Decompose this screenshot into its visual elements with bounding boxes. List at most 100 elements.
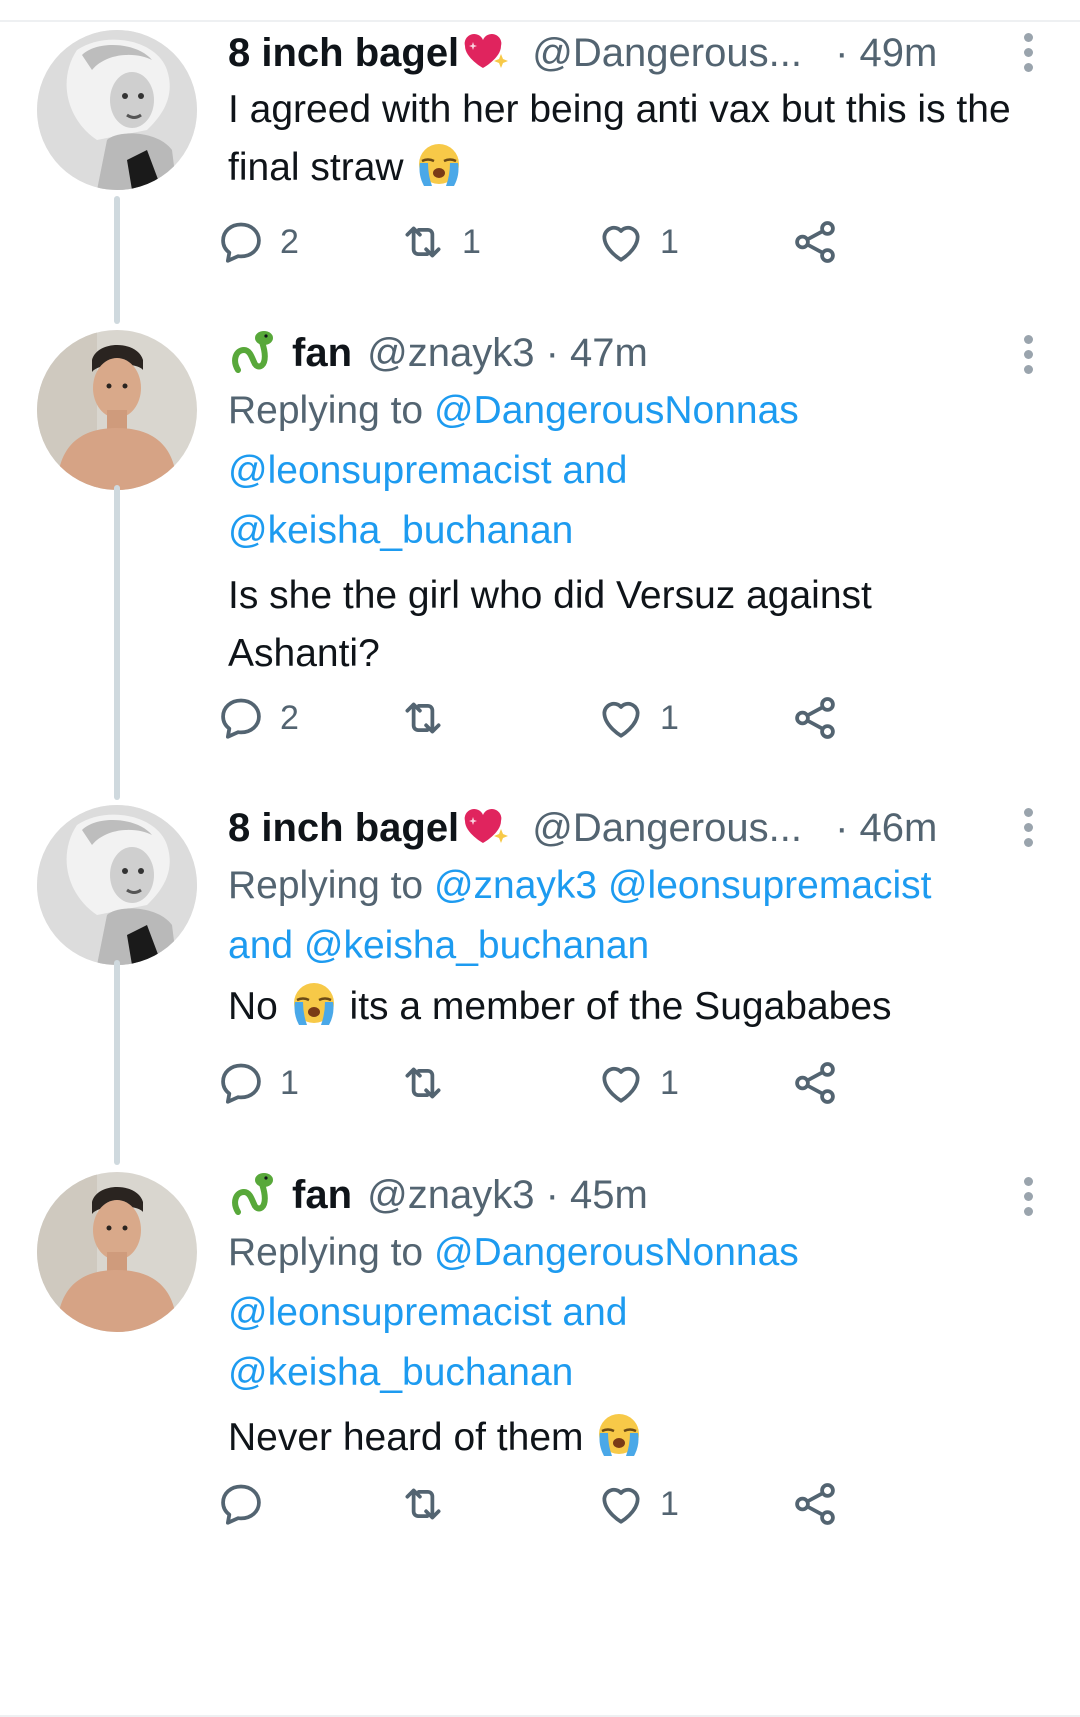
heart-icon xyxy=(596,217,646,267)
tweet-text: Is she the girl who did Versuz against A… xyxy=(228,574,872,675)
user-handle[interactable]: @znayk3 xyxy=(367,331,534,375)
mention-link[interactable]: @keisha_buchanan xyxy=(228,509,573,552)
share-icon xyxy=(790,1058,840,1108)
share-button[interactable] xyxy=(790,212,840,272)
more-options-icon[interactable] xyxy=(1024,1177,1036,1222)
tweet-actions: 1 1 xyxy=(228,1053,948,1113)
retweet-icon xyxy=(398,1058,448,1108)
top-divider xyxy=(0,20,1080,22)
tweet-actions: 2 1 1 xyxy=(228,212,948,272)
retweet-icon xyxy=(398,693,448,743)
avatar[interactable] xyxy=(37,330,197,490)
sparkling-heart-icon xyxy=(461,28,511,72)
mention-link[interactable]: and @keisha_buchanan xyxy=(228,924,649,967)
user-handle[interactable]: @znayk3 xyxy=(367,1173,534,1217)
avatar[interactable] xyxy=(37,1172,197,1332)
separator-dot: · xyxy=(835,806,849,850)
thread-line xyxy=(114,196,120,324)
tweet-header: fan @znayk3 · 45m xyxy=(228,1167,1033,1223)
like-count: 1 xyxy=(660,698,679,737)
tweet-text-content: Never heard of them xyxy=(228,1416,595,1459)
like-count: 1 xyxy=(660,1063,679,1102)
share-button[interactable] xyxy=(790,1474,840,1534)
user-handle[interactable]: @Dangerous... xyxy=(532,31,802,75)
thread-line xyxy=(114,485,120,800)
mention-link[interactable]: @znayk3 @leonsupremacist xyxy=(434,864,932,907)
timestamp[interactable]: 47m xyxy=(570,331,648,375)
display-name[interactable]: 8 inch bagel xyxy=(228,806,459,850)
reply-button[interactable]: 2 xyxy=(216,212,299,272)
avatar[interactable] xyxy=(37,30,197,190)
loudly-crying-face-icon xyxy=(414,141,464,189)
tweet-actions: 2 1 xyxy=(228,688,948,748)
display-name[interactable]: 8 inch bagel xyxy=(228,31,459,75)
share-icon xyxy=(790,693,840,743)
share-icon xyxy=(790,1479,840,1529)
heart-icon xyxy=(596,1058,646,1108)
more-options-icon[interactable] xyxy=(1024,808,1036,853)
retweet-icon xyxy=(398,217,448,267)
retweet-button[interactable] xyxy=(398,688,462,748)
share-button[interactable] xyxy=(790,688,840,748)
reply-count: 1 xyxy=(280,1063,299,1102)
mention-link[interactable]: @leonsupremacist and xyxy=(228,449,627,492)
reply-icon xyxy=(216,1479,266,1529)
user-handle[interactable]: @Dangerous... xyxy=(532,806,802,850)
retweet-button[interactable] xyxy=(398,1053,462,1113)
like-button[interactable]: 1 xyxy=(596,1053,679,1113)
avatar[interactable] xyxy=(37,805,197,965)
tweet-text-content: No xyxy=(228,985,289,1028)
like-button[interactable]: 1 xyxy=(596,212,679,272)
snake-icon xyxy=(228,328,278,374)
mention-link[interactable]: @DangerousNonnas xyxy=(434,389,799,432)
separator-dot: · xyxy=(835,31,849,75)
reply-button[interactable] xyxy=(216,1474,280,1534)
replying-to: Replying to @DangerousNonnas @leonsuprem… xyxy=(228,1223,1028,1403)
retweet-button[interactable] xyxy=(398,1474,462,1534)
replying-to-label: Replying to xyxy=(228,389,434,432)
reply-count: 2 xyxy=(280,698,299,737)
tweet-text-content: its a member of the Sugababes xyxy=(338,985,892,1028)
snake-icon xyxy=(228,1170,278,1216)
timestamp[interactable]: 45m xyxy=(570,1173,648,1217)
retweet-count: 1 xyxy=(462,222,481,261)
more-options-icon[interactable] xyxy=(1024,335,1036,380)
tweet-actions: 1 xyxy=(228,1474,948,1534)
heart-icon xyxy=(596,1479,646,1529)
like-button[interactable]: 1 xyxy=(596,688,679,748)
sparkling-heart-icon xyxy=(461,803,511,847)
replying-to-label: Replying to xyxy=(228,1231,434,1274)
share-icon xyxy=(790,217,840,267)
tweet-text: No its a member of the Sugababes xyxy=(228,978,1028,1036)
more-options-icon[interactable] xyxy=(1024,33,1036,78)
timestamp[interactable]: 46m xyxy=(860,806,938,850)
heart-icon xyxy=(596,693,646,743)
tweet-text: Never heard of them xyxy=(228,1409,1028,1467)
like-count: 1 xyxy=(660,222,679,261)
loudly-crying-face-icon xyxy=(594,1411,644,1459)
tweet-header: fan @znayk3 · 47m xyxy=(228,325,1033,381)
tweet-text: I agreed with her being anti vax but thi… xyxy=(228,81,1028,197)
timestamp[interactable]: 49m xyxy=(860,31,938,75)
mention-link[interactable]: @DangerousNonnas xyxy=(434,1231,799,1274)
like-count: 1 xyxy=(660,1484,679,1523)
display-name[interactable]: fan xyxy=(292,1173,352,1217)
mention-link[interactable]: @leonsupremacist and xyxy=(228,1291,627,1334)
display-name[interactable]: fan xyxy=(292,331,352,375)
retweet-icon xyxy=(398,1479,448,1529)
tweet-text-content: I agreed with her being anti vax but thi… xyxy=(228,88,1011,189)
like-button[interactable]: 1 xyxy=(596,1474,679,1534)
tweet-header: 8 inch bagel @Dangerous... · 49m xyxy=(228,25,1033,81)
replying-to-label: Replying to xyxy=(228,864,434,907)
share-button[interactable] xyxy=(790,1053,840,1113)
reply-icon xyxy=(216,693,266,743)
reply-button[interactable]: 2 xyxy=(216,688,299,748)
separator-dot: · xyxy=(545,1173,559,1217)
replying-to: Replying to @DangerousNonnas @leonsuprem… xyxy=(228,381,1028,561)
reply-button[interactable]: 1 xyxy=(216,1053,299,1113)
retweet-button[interactable]: 1 xyxy=(398,212,481,272)
mention-link[interactable]: @keisha_buchanan xyxy=(228,1351,573,1394)
reply-count: 2 xyxy=(280,222,299,261)
replying-to: Replying to @znayk3 @leonsupremacist and… xyxy=(228,856,1028,976)
loudly-crying-face-icon xyxy=(289,980,339,1028)
